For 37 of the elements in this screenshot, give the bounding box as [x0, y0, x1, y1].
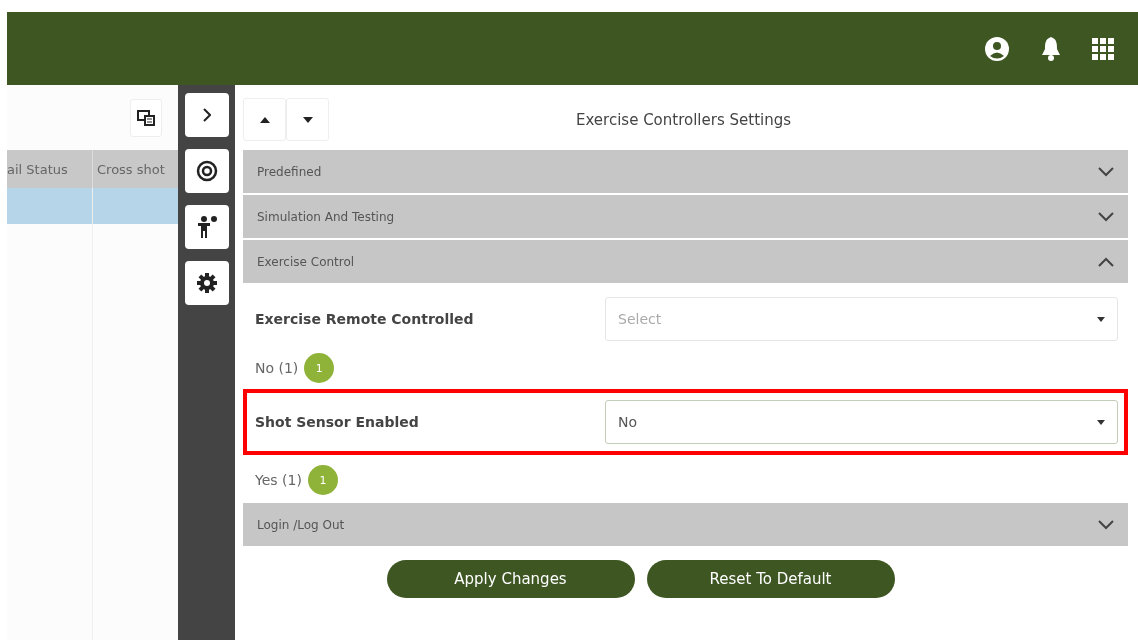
caret-down-icon — [1097, 419, 1105, 425]
accordion-header[interactable]: Exercise Control — [243, 240, 1128, 283]
count-badge: 1 — [307, 465, 338, 495]
toolbar-button[interactable] — [184, 261, 229, 305]
panel-title: Exercise Controllers Settings — [574, 110, 793, 129]
value-summary: No (1) — [255, 360, 299, 376]
action-button[interactable]: Apply Changes — [386, 560, 635, 598]
action-button[interactable]: Reset To Default — [646, 560, 895, 598]
dropdown-field[interactable]: Select — [605, 297, 1118, 341]
settings-icon — [195, 272, 218, 294]
caret-down-icon — [302, 116, 313, 123]
column-header: ail Status — [7, 160, 69, 179]
windows-icon — [137, 109, 155, 126]
accordion-header[interactable]: Predefined — [243, 150, 1128, 193]
caret-down-icon — [1097, 316, 1105, 322]
chevron-down-icon — [1098, 519, 1114, 530]
toolbar-button[interactable] — [184, 149, 229, 193]
value-summary: Yes (1) — [255, 472, 302, 488]
toolbar-button[interactable] — [184, 93, 229, 137]
toolbar-button[interactable] — [184, 205, 229, 249]
caret-up-icon — [259, 116, 270, 123]
chevron-down-icon — [1098, 166, 1114, 177]
accordion-header[interactable]: Simulation And Testing — [243, 195, 1128, 238]
bell-icon[interactable] — [1040, 35, 1062, 62]
chevron-up-icon — [1098, 256, 1114, 267]
target-icon — [195, 160, 218, 182]
count-badge: 1 — [304, 353, 335, 383]
person-icon — [195, 215, 218, 239]
chevron-right-icon — [202, 108, 211, 122]
chevron-down-icon — [1098, 211, 1114, 222]
accordion-header[interactable]: Login /Log Out — [243, 503, 1128, 546]
dropdown-field[interactable]: No — [605, 400, 1118, 444]
field-label: Exercise Remote Controlled — [255, 311, 475, 327]
account-icon[interactable] — [984, 35, 1010, 62]
view-toggle-button[interactable] — [130, 98, 162, 137]
field-label: Shot Sensor Enabled — [255, 414, 420, 430]
apps-grid-icon[interactable] — [1092, 37, 1114, 60]
